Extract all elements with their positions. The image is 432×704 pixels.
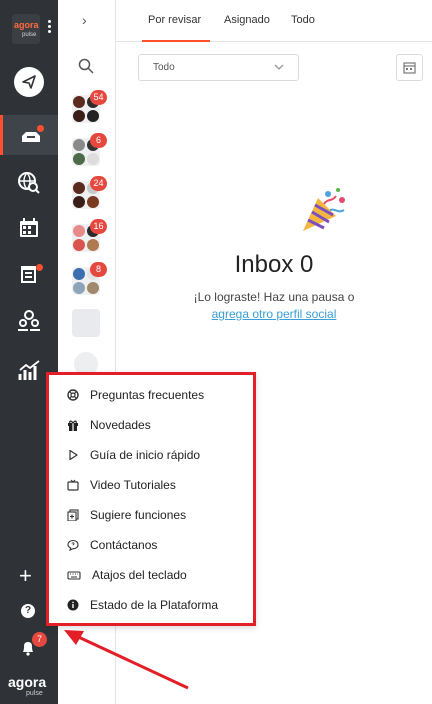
calendar-icon	[403, 62, 416, 74]
chat-icon	[67, 539, 79, 551]
active-tab-indicator	[142, 40, 210, 42]
inbox-tabs: Por revisar Asignado Todo	[116, 0, 432, 42]
inbox-title: Inbox 0	[234, 251, 314, 278]
menu-item-video-tutorials[interactable]: Video Tutoriales	[67, 475, 176, 495]
nav-team[interactable]	[0, 300, 58, 340]
menu-item-label: Estado de la Plataforma	[90, 598, 219, 612]
brand-logo[interactable]: agora pulse	[12, 14, 46, 44]
search-icon[interactable]	[78, 58, 94, 74]
tab-todo[interactable]: Todo	[291, 14, 315, 26]
nav-publish[interactable]	[0, 62, 58, 102]
nav-listening[interactable]	[0, 162, 58, 202]
menu-item-contact[interactable]: Contáctanos	[67, 535, 157, 555]
menu-item-label: Guía de inicio rápido	[90, 448, 201, 462]
filter-select[interactable]: Todo	[138, 54, 299, 81]
more-menu-icon[interactable]	[48, 20, 51, 34]
add-icon[interactable]: +	[19, 565, 32, 587]
tab-por-revisar[interactable]: Por revisar	[148, 14, 201, 26]
menu-item-platform-status[interactable]: Estado de la Plataforma	[67, 595, 218, 615]
notification-count-badge: 7	[32, 632, 47, 647]
add-profile-link[interactable]: agrega otro perfil social	[116, 307, 432, 321]
footer-logo-text: agora	[8, 674, 47, 690]
reports-notification-dot	[36, 264, 43, 271]
menu-item-keyboard-shortcuts[interactable]: Atajos del teclado	[67, 565, 187, 585]
tv-icon	[67, 479, 79, 491]
gift-icon	[68, 420, 78, 431]
lifebuoy-icon	[67, 389, 79, 401]
app-root: agora pulse + ? 7 agora pulse › 54 6 24 …	[0, 0, 432, 704]
nav-inbox[interactable]	[0, 115, 58, 155]
keyboard-icon	[67, 571, 81, 580]
team-icon	[18, 310, 40, 331]
profile-badge: 24	[90, 176, 107, 191]
info-icon	[67, 599, 79, 611]
play-icon	[69, 449, 78, 461]
menu-item-label: Preguntas frecuentes	[90, 388, 205, 402]
menu-item-label: Novedades	[90, 418, 151, 432]
menu-item-label: Contáctanos	[90, 538, 158, 552]
profile-placeholder[interactable]	[72, 309, 100, 337]
help-icon[interactable]: ?	[21, 604, 35, 618]
party-popper-icon	[303, 188, 345, 231]
menu-item-faq[interactable]: Preguntas frecuentes	[67, 385, 204, 405]
send-icon	[14, 67, 44, 97]
footer-logo-subtext: pulse	[26, 690, 43, 697]
profile-badge: 54	[90, 90, 107, 105]
globe-search-icon	[18, 172, 40, 194]
menu-item-news[interactable]: Novedades	[67, 415, 151, 435]
calendar-icon	[20, 218, 38, 237]
menu-item-suggest-features[interactable]: Sugiere funciones	[67, 505, 186, 525]
menu-item-label: Sugiere funciones	[90, 508, 187, 522]
analytics-icon	[18, 360, 40, 380]
brand-logo-text: agora	[14, 20, 39, 30]
chevron-right-icon[interactable]: ›	[82, 12, 87, 28]
nav-calendar[interactable]	[0, 208, 58, 248]
menu-item-label: Video Tutoriales	[90, 478, 176, 492]
brand-logo-subtext: pulse	[22, 32, 37, 38]
calendar-filter-button[interactable]	[396, 54, 423, 81]
chevron-down-icon	[274, 64, 284, 70]
menu-item-label: Atajos del teclado	[92, 568, 187, 582]
profile-badge: 6	[90, 133, 107, 148]
menu-item-quickstart[interactable]: Guía de inicio rápido	[67, 445, 200, 465]
profile-badge: 8	[90, 262, 107, 277]
inbox-subtitle: ¡Lo lograste! Haz una pausa o	[193, 290, 355, 304]
filter-select-value: Todo	[153, 62, 175, 73]
suggest-icon	[67, 509, 79, 521]
nav-reports[interactable]	[0, 254, 58, 294]
tab-asignado[interactable]: Asignado	[224, 14, 270, 26]
profile-badge: 16	[90, 219, 107, 234]
help-menu: Preguntas frecuentes Novedades Guía de i…	[46, 372, 256, 626]
inbox-notification-dot	[37, 125, 44, 132]
